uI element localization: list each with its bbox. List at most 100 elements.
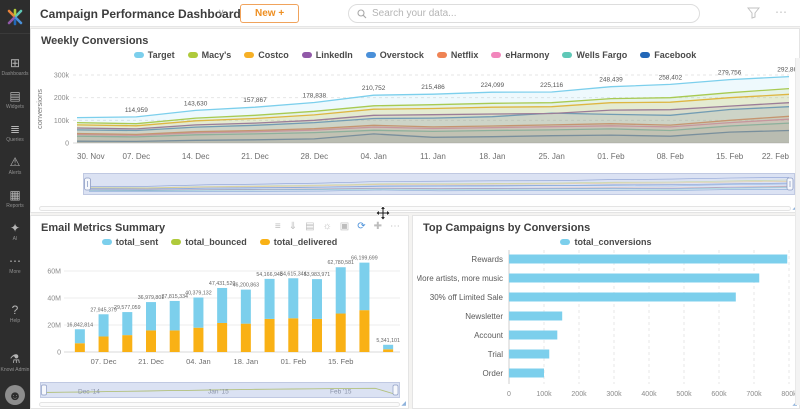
knowi-logo-icon[interactable] <box>0 0 30 34</box>
svg-text:215,486: 215,486 <box>421 84 445 91</box>
search-input[interactable] <box>372 8 691 19</box>
main-area: Campaign Performance Dashboard ∨ New + ⋯… <box>30 0 800 409</box>
svg-text:18. Jan: 18. Jan <box>234 357 259 366</box>
clone-icon[interactable]: ▣ <box>340 222 349 232</box>
svg-text:30. Nov: 30. Nov <box>77 152 105 161</box>
user-avatar[interactable]: ☻ <box>5 385 25 405</box>
svg-text:143,630: 143,630 <box>184 100 208 107</box>
panel-top-campaigns: Top Campaigns by Conversions total_conve… <box>412 215 800 409</box>
legend-swatch <box>260 239 270 245</box>
svg-text:700k: 700k <box>746 391 762 398</box>
drag-icon[interactable]: ✚ <box>374 222 382 232</box>
weekly-range-navigator[interactable] <box>83 173 795 195</box>
svg-text:300k: 300k <box>54 73 70 80</box>
svg-text:08. Feb: 08. Feb <box>657 152 685 161</box>
insights-icon[interactable]: ☼ <box>323 222 332 232</box>
new-button[interactable]: New + <box>240 4 299 23</box>
dashboard-title[interactable]: Campaign Performance Dashboard <box>40 7 241 21</box>
svg-text:15. Feb: 15. Feb <box>328 357 353 366</box>
svg-text:224,099: 224,099 <box>481 82 505 89</box>
svg-text:15. Feb: 15. Feb <box>716 152 744 161</box>
weekly-conversions-chart[interactable]: 0100k200k300kconversions114,959143,63015… <box>33 63 799 167</box>
email-range-navigator[interactable]: Dec '14Jan '15Feb '15 <box>40 382 400 398</box>
search-box[interactable] <box>348 4 700 23</box>
svg-text:25. Jan: 25. Jan <box>539 152 565 161</box>
sidebar-item-label: More <box>9 269 20 275</box>
weekly-horizontal-scrollbar[interactable] <box>39 206 791 211</box>
dashboards-icon: ⊞ <box>10 57 20 70</box>
sidebar-item-ai[interactable]: ✦AI <box>0 215 30 248</box>
sidebar-item-label: Alerts <box>9 170 22 176</box>
svg-text:5,341,101: 5,341,101 <box>376 338 400 344</box>
chevron-down-icon[interactable]: ∨ <box>218 7 225 18</box>
svg-text:Rewards: Rewards <box>471 255 503 264</box>
resize-handle-icon[interactable]: ◢ <box>401 401 406 407</box>
svg-text:conversions: conversions <box>35 89 44 129</box>
svg-text:40M: 40M <box>47 296 61 303</box>
email-metrics-chart[interactable]: 020M40M60M16,842,81427,945,37929,577,059… <box>34 252 406 378</box>
sidebar-item-knowi-admin[interactable]: ⚗Knowi Admin <box>0 346 30 379</box>
sidebar-item-widgets[interactable]: ▤Widgets <box>0 83 30 116</box>
topbar-more-icon[interactable]: ⋯ <box>775 5 788 19</box>
svg-text:114,959: 114,959 <box>125 107 148 114</box>
legend-swatch <box>102 239 112 245</box>
svg-text:Dec '14: Dec '14 <box>78 389 100 396</box>
legend-item-total-delivered[interactable]: total_delivered <box>260 237 338 247</box>
email-horizontal-scrollbar[interactable] <box>39 402 400 407</box>
email-legend: total_sent total_bounced total_delivered <box>31 237 408 247</box>
svg-text:Newsletter: Newsletter <box>465 312 503 321</box>
legend-label: Costco <box>258 50 289 60</box>
legend-item-target[interactable]: Target <box>134 50 175 60</box>
sidebar-item-more[interactable]: ⋯More <box>0 248 30 281</box>
refresh-icon[interactable]: ⟳ <box>357 222 365 232</box>
legend-item-wells-fargo[interactable]: Wells Fargo <box>562 50 627 60</box>
legend-item-total-conversions[interactable]: total_conversions <box>560 237 651 247</box>
sidebar-item-help[interactable]: ?Help <box>0 297 30 330</box>
legend-label: total_sent <box>116 237 159 247</box>
svg-text:21. Dec: 21. Dec <box>138 357 164 366</box>
legend-item-macy-s[interactable]: Macy's <box>188 50 232 60</box>
legend-label: LinkedIn <box>316 50 353 60</box>
svg-text:04. Jan: 04. Jan <box>361 152 387 161</box>
help-icon: ? <box>12 304 19 317</box>
legend-swatch <box>491 52 501 58</box>
menu-icon[interactable]: ≡ <box>275 222 281 232</box>
legend-label: Wells Fargo <box>576 50 627 60</box>
sidebar-item-dashboards[interactable]: ⊞Dashboards <box>0 50 30 83</box>
legend-swatch <box>640 52 650 58</box>
sidebar-item-reports[interactable]: ▦Reports <box>0 182 30 215</box>
legend-label: eHarmony <box>505 50 549 60</box>
svg-text:07. Dec: 07. Dec <box>123 152 151 161</box>
legend-swatch <box>437 52 447 58</box>
svg-text:0: 0 <box>507 391 511 398</box>
svg-text:225,116: 225,116 <box>540 82 563 89</box>
svg-text:200k: 200k <box>571 391 587 398</box>
legend-swatch <box>302 52 312 58</box>
more-icon[interactable]: ⋯ <box>390 222 400 232</box>
legend-item-total-bounced[interactable]: total_bounced <box>171 237 247 247</box>
legend-item-costco[interactable]: Costco <box>244 50 289 60</box>
legend-item-facebook[interactable]: Facebook <box>640 50 696 60</box>
legend-item-overstock[interactable]: Overstock <box>366 50 424 60</box>
legend-item-eharmony[interactable]: eHarmony <box>491 50 549 60</box>
svg-text:28. Dec: 28. Dec <box>301 152 329 161</box>
legend-item-linkedin[interactable]: LinkedIn <box>302 50 353 60</box>
svg-text:0: 0 <box>57 350 61 357</box>
knowi-admin-icon: ⚗ <box>10 353 21 366</box>
legend-item-netflix[interactable]: Netflix <box>437 50 479 60</box>
sidebar-item-queries[interactable]: ≣Queries <box>0 116 30 149</box>
vertical-scrollbar[interactable] <box>795 58 800 405</box>
legend-item-total-sent[interactable]: total_sent <box>102 237 159 247</box>
svg-text:300k: 300k <box>606 391 622 398</box>
export-icon[interactable]: ⇓ <box>289 222 297 232</box>
chart-type-icon[interactable]: ▤ <box>305 222 314 232</box>
sidebar-item-alerts[interactable]: ⚠Alerts <box>0 149 30 182</box>
weekly-panel-title[interactable]: Weekly Conversions <box>31 29 799 47</box>
svg-text:16,842,814: 16,842,814 <box>67 322 94 328</box>
campaigns-panel-title[interactable]: Top Campaigns by Conversions <box>413 216 799 234</box>
top-campaigns-chart[interactable]: 0100k200k300k400k500k600k700k800kRewards… <box>417 248 797 406</box>
panel-email-metrics: Email Metrics Summary ≡⇓▤☼▣⟳✚⋯ total_sen… <box>30 215 409 409</box>
svg-text:Account: Account <box>474 331 504 340</box>
filter-icon[interactable] <box>747 7 760 19</box>
legend-swatch <box>171 239 181 245</box>
